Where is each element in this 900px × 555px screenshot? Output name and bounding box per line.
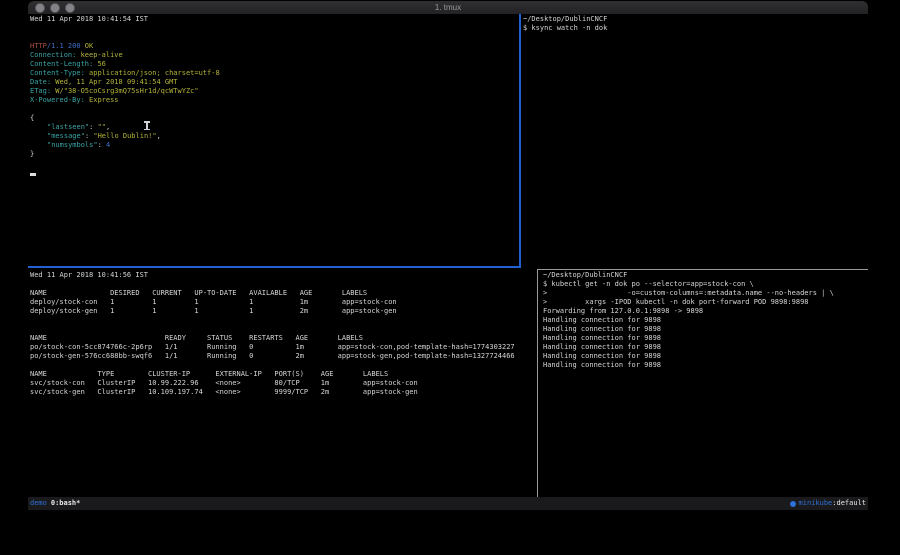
json-field: "lastseen": "",: [30, 123, 220, 132]
block-cursor: [30, 173, 36, 176]
json-open-brace: {: [30, 114, 220, 123]
pane-border-vertical-active: [519, 14, 521, 267]
window-title: 1. tmux: [28, 3, 868, 12]
http-header: Content-Length: 56: [30, 60, 220, 69]
json-close-brace: }: [30, 150, 220, 159]
deployments-table: NAME DESIRED CURRENT UP-TO-DATE AVAILABL…: [30, 289, 515, 316]
json-field: "message": "Hello Dublin!",: [30, 132, 220, 141]
kubernetes-helm-icon: [790, 501, 796, 507]
pane-http-response[interactable]: Wed 11 Apr 2018 10:41:54 IST HTTP/1.1 20…: [30, 15, 220, 177]
mouse-cursor: [146, 121, 148, 130]
http-header: Content-Type: application/json; charset=…: [30, 69, 220, 78]
services-table: NAME TYPE CLUSTER-IP EXTERNAL-IP PORT(S)…: [30, 370, 515, 397]
pane-border-horizontal-active: [28, 266, 521, 268]
timestamp-line: Wed 11 Apr 2018 10:41:54 IST: [30, 15, 220, 24]
kube-namespace: default: [836, 499, 866, 508]
status-right: minikube:default: [790, 499, 866, 508]
kube-context: minikube: [799, 499, 833, 508]
timestamp-line: Wed 11 Apr 2018 10:41:56 IST: [30, 271, 515, 280]
desktop: 1. tmux Wed 11 Apr 2018 10:41:54 IST HTT…: [0, 0, 900, 555]
pane-border-vertical: [537, 269, 538, 497]
pods-table: NAME READY STATUS RESTARTS AGE LABELS po…: [30, 334, 515, 361]
session-name: demo: [30, 499, 47, 508]
ksync-output: ~/Desktop/DublinCNCF $ ksync watch -n do…: [523, 15, 607, 33]
json-field: "numsymbols": 4: [30, 141, 220, 150]
http-header: X-Powered-By: Express: [30, 96, 220, 105]
http-status-line: HTTP/1.1 200 OK: [30, 42, 220, 51]
tmux-status-bar: demo 0:bash* minikube:default: [28, 497, 868, 510]
pane-border-horizontal: [537, 269, 868, 270]
pane-ksync[interactable]: ~/Desktop/DublinCNCF $ ksync watch -n do…: [523, 15, 607, 33]
window-titlebar[interactable]: 1. tmux: [28, 1, 868, 14]
pane-port-forward[interactable]: ~/Desktop/DublinCNCF $ kubectl get -n do…: [543, 271, 834, 370]
http-header: Connection: keep-alive: [30, 51, 220, 60]
terminal-window: 1. tmux Wed 11 Apr 2018 10:41:54 IST HTT…: [28, 1, 868, 510]
http-header: Date: Wed, 11 Apr 2018 09:41:54 GMT: [30, 78, 220, 87]
shell-cursor-line: [30, 168, 220, 177]
port-forward-output: ~/Desktop/DublinCNCF $ kubectl get -n do…: [543, 271, 834, 370]
http-header: ETag: W/"38-O5coCsrg3mQ75sHr1d/qcWTwYZc": [30, 87, 220, 96]
pane-kubectl-get[interactable]: Wed 11 Apr 2018 10:41:56 IST NAME DESIRE…: [30, 271, 515, 397]
window-item-bash[interactable]: 0:bash*: [51, 499, 81, 508]
tmux-terminal: Wed 11 Apr 2018 10:41:54 IST HTTP/1.1 20…: [28, 14, 868, 510]
